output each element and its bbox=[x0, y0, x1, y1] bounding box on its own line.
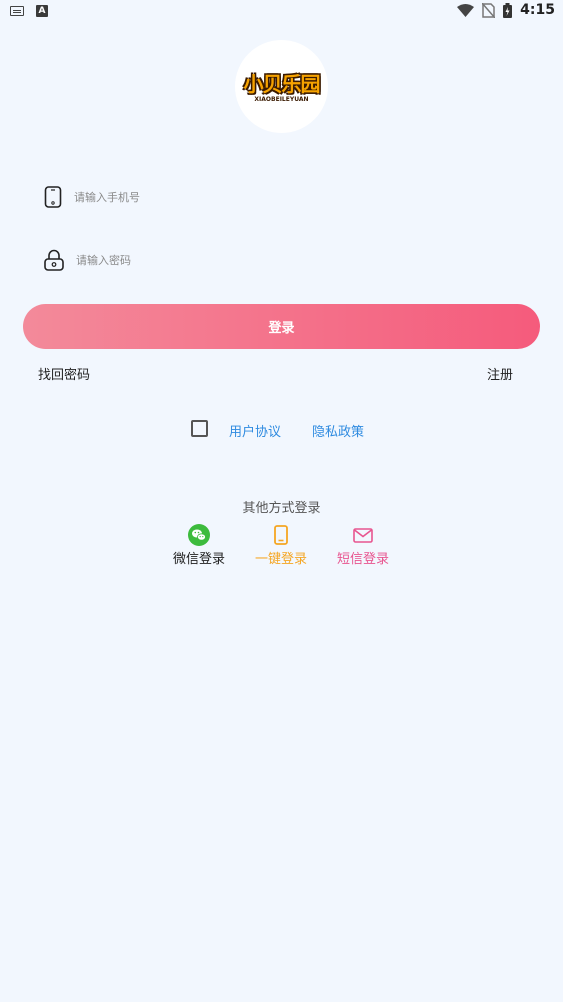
logo-title: 小贝乐园 bbox=[243, 72, 321, 96]
login-screen: A 4:15 小贝乐园 XIAOBEILEYUAN 请输入手机号 登录 找回密码… bbox=[0, 0, 563, 1002]
password-field[interactable] bbox=[44, 245, 524, 275]
register-link[interactable]: 注册 bbox=[487, 364, 513, 383]
status-time: 4:15 bbox=[520, 2, 555, 18]
privacy-policy-link[interactable]: 隐私政策 bbox=[312, 421, 364, 440]
forgot-password-link[interactable]: 找回密码 bbox=[38, 364, 90, 383]
status-bar: A 4:15 bbox=[0, 0, 563, 24]
keyboard-icon bbox=[10, 6, 24, 16]
phone-input[interactable] bbox=[74, 190, 474, 204]
sms-login-label: 短信登录 bbox=[336, 552, 389, 567]
one-click-login-button[interactable]: 一键登录 bbox=[246, 524, 316, 567]
wechat-login-label: 微信登录 bbox=[172, 552, 225, 567]
password-input[interactable] bbox=[76, 253, 476, 267]
sms-login-button[interactable]: 短信登录 bbox=[328, 524, 398, 567]
one-click-login-label: 一键登录 bbox=[254, 552, 307, 567]
agreement-checkbox[interactable] bbox=[191, 420, 208, 437]
phone-field[interactable] bbox=[44, 182, 524, 212]
login-button[interactable]: 登录 bbox=[23, 304, 540, 349]
a-letter-icon: A bbox=[36, 5, 48, 17]
battery-icon bbox=[503, 2, 513, 18]
mail-icon bbox=[353, 527, 373, 543]
phone-icon bbox=[44, 186, 62, 208]
logo-subtitle: XIAOBEILEYUAN bbox=[254, 96, 309, 103]
mobile-phone-icon bbox=[274, 525, 288, 545]
wechat-icon bbox=[188, 524, 210, 546]
lock-icon bbox=[44, 249, 64, 271]
user-agreement-link[interactable]: 用户协议 bbox=[229, 421, 281, 440]
app-logo: 小贝乐园 XIAOBEILEYUAN bbox=[235, 40, 328, 133]
status-bar-left: A bbox=[10, 5, 48, 17]
wechat-login-button[interactable]: 微信登录 bbox=[164, 524, 234, 567]
wifi-icon bbox=[457, 3, 475, 17]
no-sim-icon bbox=[482, 2, 496, 18]
other-login-title: 其他方式登录 bbox=[242, 501, 321, 516]
status-bar-right: 4:15 bbox=[457, 2, 555, 18]
